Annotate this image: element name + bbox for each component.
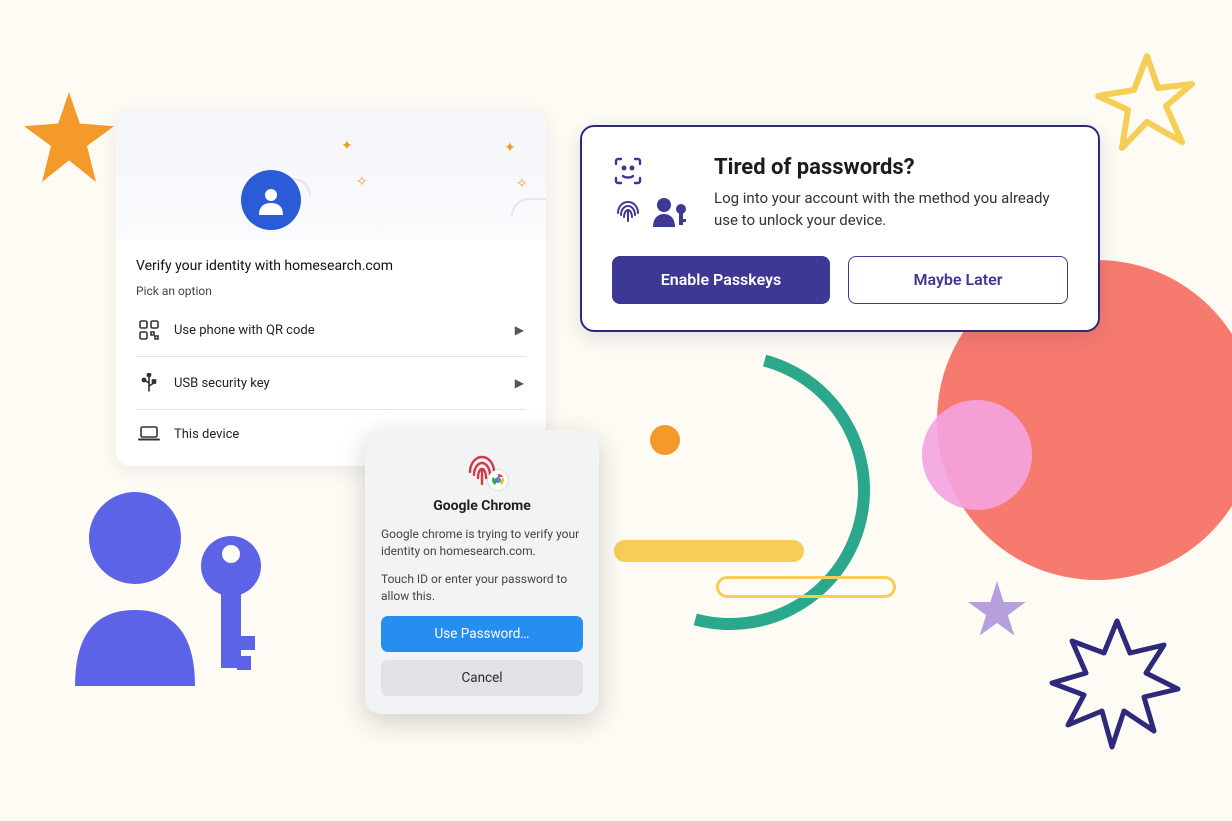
option-label: USB security key bbox=[174, 376, 501, 391]
promo-title: Tired of passwords? bbox=[714, 155, 1068, 180]
sparkle-icon: ✦ bbox=[341, 138, 353, 154]
yellow-pill-outline bbox=[716, 576, 896, 598]
promo-icon-cluster bbox=[612, 155, 686, 229]
enable-passkeys-button[interactable]: Enable Passkeys bbox=[612, 256, 830, 304]
promo-description: Log into your account with the method yo… bbox=[714, 188, 1068, 232]
chevron-right-icon: ▶ bbox=[515, 376, 524, 390]
user-key-icon bbox=[55, 490, 265, 690]
avatar-icon bbox=[241, 170, 301, 230]
cloud-icon bbox=[511, 198, 546, 216]
enable-passkeys-card: Tired of passwords? Log into your accoun… bbox=[580, 125, 1100, 332]
option-usb-key[interactable]: USB security key ▶ bbox=[136, 357, 526, 410]
star-lilac-icon bbox=[967, 581, 1027, 641]
chevron-right-icon: ▶ bbox=[515, 323, 524, 337]
laptop-icon bbox=[138, 426, 160, 442]
option-label: Use phone with QR code bbox=[174, 323, 501, 338]
orange-dot bbox=[650, 425, 680, 455]
option-qr-code[interactable]: Use phone with QR code ▶ bbox=[136, 304, 526, 357]
usb-icon bbox=[138, 373, 160, 393]
user-key-small-icon bbox=[652, 195, 686, 229]
verify-subtitle: Pick an option bbox=[136, 284, 526, 298]
sparkle-icon: ✧ bbox=[356, 174, 368, 190]
fingerprint-icon bbox=[612, 195, 646, 229]
star-yellow-icon bbox=[1092, 50, 1202, 160]
verify-dialog-header: ✦ ✦ ✧ ✧ bbox=[116, 110, 546, 240]
chrome-touchid-prompt: Google Chrome Google chrome is trying to… bbox=[365, 430, 599, 714]
chrome-prompt-line2: Touch ID or enter your password to allow… bbox=[381, 571, 583, 606]
yellow-pill bbox=[614, 540, 804, 562]
chrome-prompt-title: Google Chrome bbox=[381, 498, 583, 514]
sparkle-icon: ✦ bbox=[504, 140, 516, 156]
cancel-button[interactable]: Cancel bbox=[381, 660, 583, 696]
verify-title: Verify your identity with homesearch.com bbox=[136, 258, 526, 274]
verify-identity-dialog: ✦ ✦ ✧ ✧ Verify your identity with homese… bbox=[116, 110, 546, 466]
chrome-prompt-line1: Google chrome is trying to verify your i… bbox=[381, 526, 583, 561]
maybe-later-button[interactable]: Maybe Later bbox=[848, 256, 1068, 304]
star-navy-icon bbox=[1042, 611, 1192, 761]
sparkle-icon: ✧ bbox=[516, 176, 528, 192]
use-password-button[interactable]: Use Password… bbox=[381, 616, 583, 652]
chrome-badge-icon bbox=[488, 470, 508, 490]
pink-circle bbox=[922, 400, 1032, 510]
face-id-icon bbox=[612, 155, 646, 189]
qr-icon bbox=[138, 320, 160, 340]
star-orange-icon bbox=[24, 92, 114, 182]
